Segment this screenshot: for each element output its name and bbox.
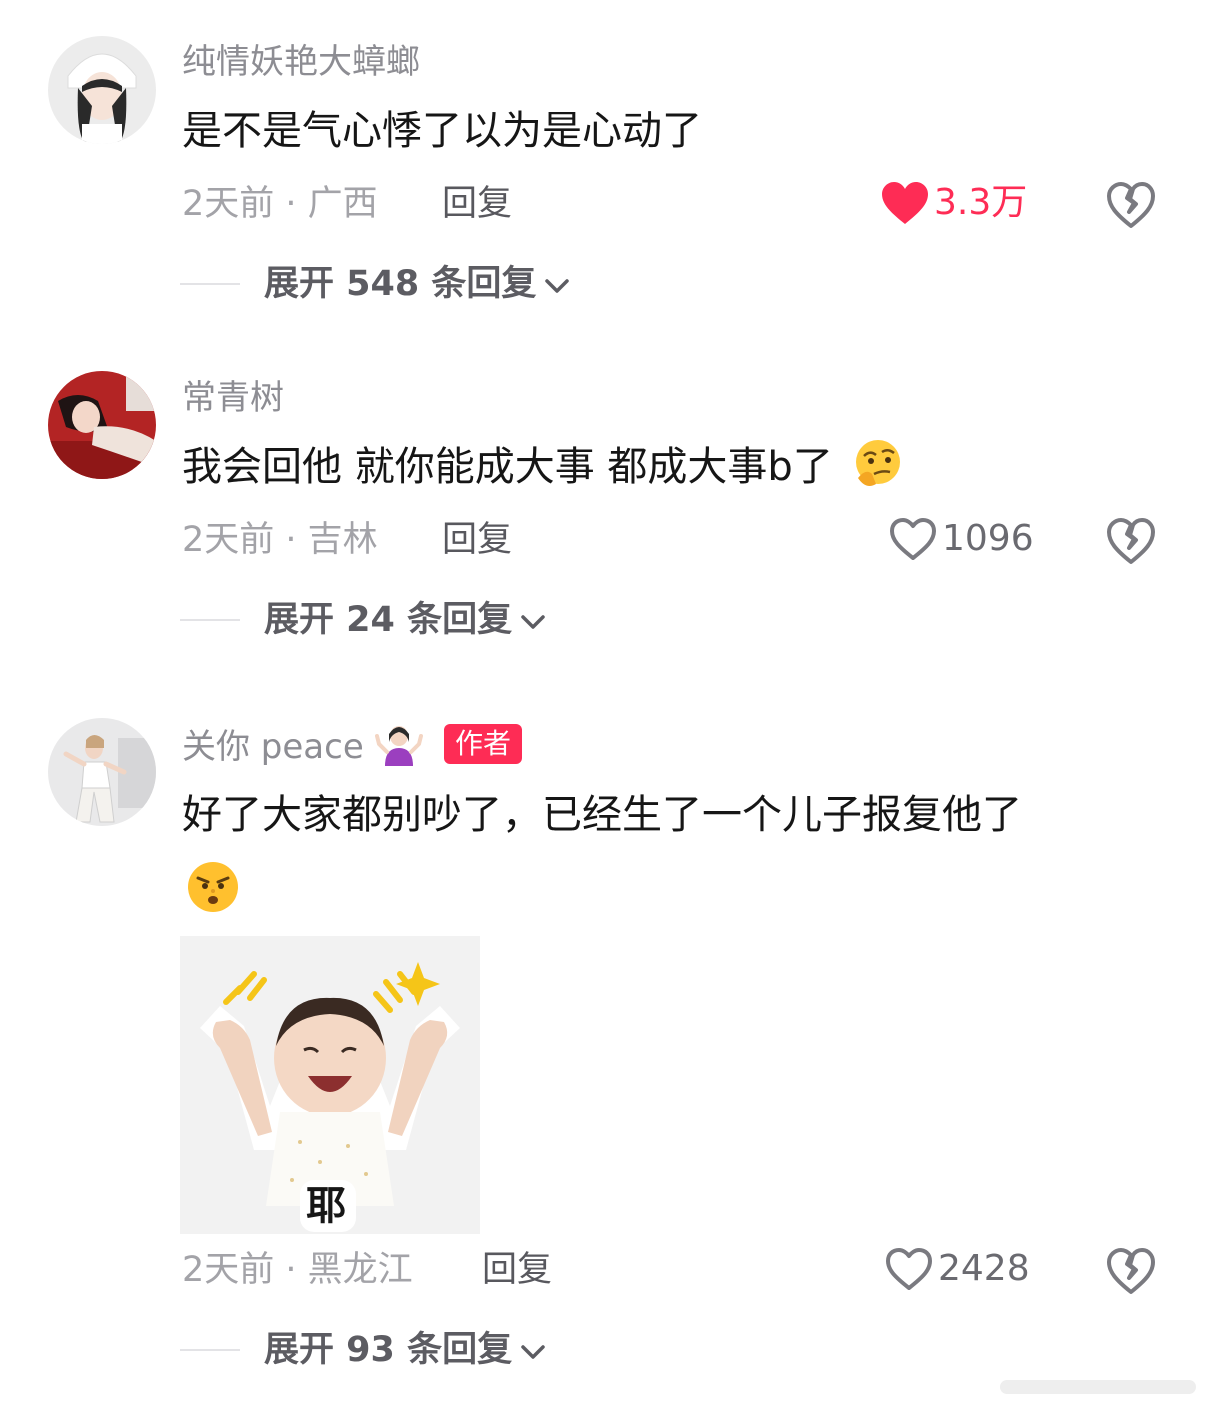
comment-text: 我会回他 就你能成大事 都成大事b了 (182, 438, 904, 496)
time-location: 2天前 · 黑龙江 (182, 1250, 413, 1290)
comment-text: 好了大家都别吵了，已经生了一个儿子报复他了 (182, 792, 1022, 838)
like-button[interactable]: 3.3万 (880, 180, 1027, 226)
username[interactable]: 常青树 (182, 376, 284, 420)
username[interactable]: 纯情妖艳大蟑螂 (182, 40, 420, 84)
comment-item: 纯情妖艳大蟑螂 是不是气心悸了以为是心动了 2天前 · 广西 回复 3.3万 展… (0, 0, 1206, 340)
like-count: 2428 (938, 1248, 1030, 1289)
heart-filled-icon (882, 182, 928, 224)
shrug-emoji-icon (374, 726, 423, 766)
avatar[interactable] (48, 718, 156, 826)
dislike-button[interactable] (1104, 178, 1158, 232)
expand-replies-label: 展开 24 条回复 (264, 600, 513, 640)
like-button[interactable]: 2428 (884, 1246, 1030, 1292)
author-badge: 作者 (444, 724, 523, 764)
avatar-girl-red-sofa-icon (48, 371, 156, 479)
watermark (1000, 1376, 1196, 1398)
comment-text-body: 我会回他 就你能成大事 都成大事b了 (182, 444, 833, 490)
like-count: 3.3万 (934, 182, 1028, 223)
expand-replies-label: 展开 93 条回复 (264, 1330, 513, 1370)
divider (180, 1349, 240, 1351)
time-location: 2天前 · 吉林 (182, 520, 378, 560)
comment-text: 是不是气心悸了以为是心动了 (182, 108, 702, 154)
avatar-girl-white-hat-icon (48, 36, 156, 144)
comment-item: 关你 peace 作者 好了大家都别吵了，已经生了一个儿子报复他了 耶 2天前 … (0, 670, 1206, 1390)
username[interactable]: 关你 peace (182, 722, 423, 769)
reply-button[interactable]: 回复 (482, 1248, 552, 1292)
chevron-down-icon (520, 1328, 546, 1372)
broken-heart-icon (1107, 1248, 1155, 1294)
sticker-caption: 耶 (306, 1183, 346, 1229)
expand-replies-button[interactable]: 展开 93 条回复 (180, 1328, 546, 1372)
dislike-button[interactable] (1104, 1244, 1158, 1298)
broken-heart-icon (1107, 518, 1155, 564)
like-count: 1096 (942, 518, 1034, 559)
username-text: 关你 peace (182, 727, 364, 767)
reply-button[interactable]: 回复 (442, 182, 512, 226)
avatar-girl-dancing-icon (48, 718, 156, 826)
sticker-image[interactable]: 耶 (180, 936, 480, 1234)
comment-item: 常青树 我会回他 就你能成大事 都成大事b了 2天前 · 吉林 回复 1096 … (0, 340, 1206, 670)
reply-button[interactable]: 回复 (442, 518, 512, 562)
heart-outline-icon (890, 518, 936, 560)
time-location: 2天前 · 广西 (182, 184, 378, 224)
avatar[interactable] (48, 36, 156, 144)
thinking-face-emoji-icon (855, 440, 900, 486)
broken-heart-icon (1107, 182, 1155, 228)
expand-replies-button[interactable]: 展开 548 条回复 (180, 262, 570, 306)
dislike-button[interactable] (1104, 514, 1158, 568)
divider (180, 283, 240, 285)
like-button[interactable]: 1096 (888, 516, 1034, 562)
smirk-face-emoji-icon (186, 860, 240, 918)
heart-outline-icon (886, 1248, 932, 1290)
expand-replies-button[interactable]: 展开 24 条回复 (180, 598, 546, 642)
chevron-down-icon (520, 598, 546, 642)
avatar[interactable] (48, 371, 156, 479)
divider (180, 619, 240, 621)
expand-replies-label: 展开 548 条回复 (264, 264, 537, 304)
chevron-down-icon (544, 262, 570, 306)
